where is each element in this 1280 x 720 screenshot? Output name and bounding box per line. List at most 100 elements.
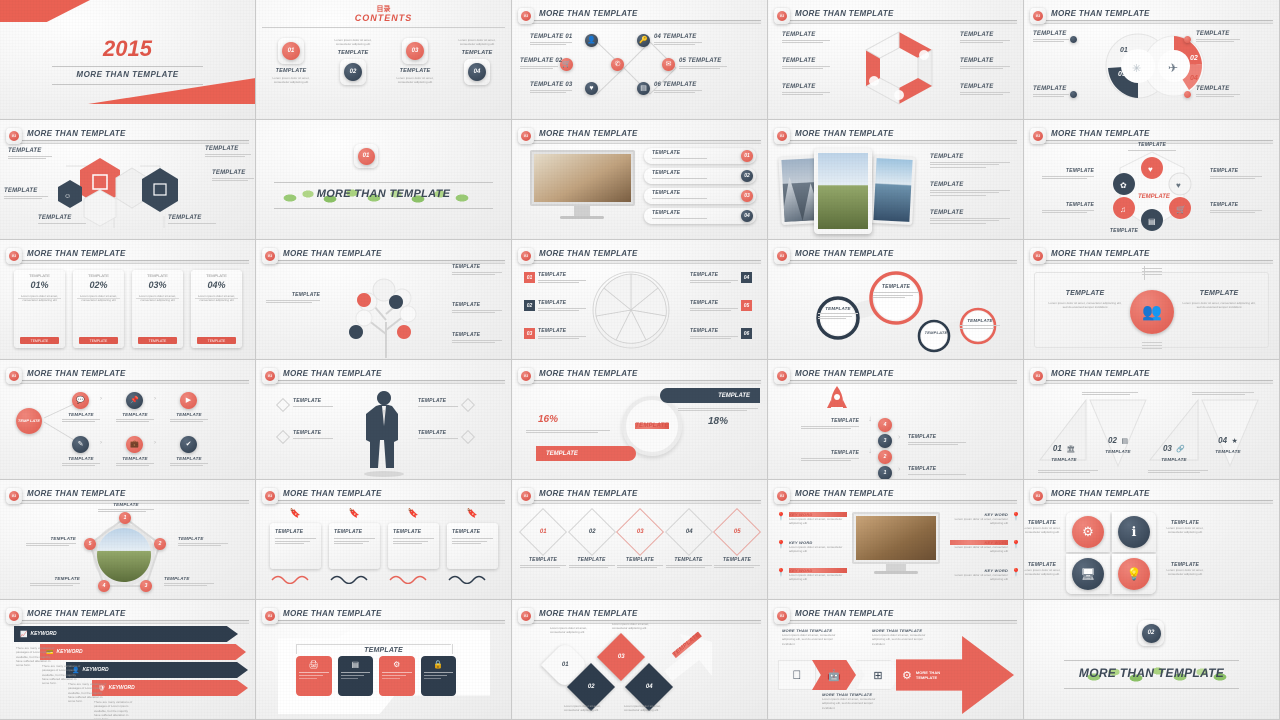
list-item[interactable]: TEMPLATE 04: [644, 208, 756, 224]
slide-thumbnail-recycle-arrows[interactable]: 01 MORE THAN TEMPLATE TEMPLATE TEMPLATE …: [768, 0, 1024, 120]
slide-header-title: MORE THAN TEMPLATE: [1051, 9, 1150, 18]
card-button[interactable]: TEMPLATE: [197, 337, 236, 344]
svg-text:✈: ✈: [1168, 61, 1178, 75]
diamond-item[interactable]: 01 TEMPLATE: [518, 507, 568, 570]
slide-thumbnail-tree[interactable]: 01 MORE THAN TEMPLATE TEMPLATE TEMPLATE …: [256, 240, 512, 360]
banner-item[interactable]: 🔖 TEMPLATE: [447, 508, 498, 589]
slide-thumbnail-os-arrow[interactable]: 01 MORE THAN TEMPLATE  🤖 ⊞ ⚙ MORE THAN …: [768, 600, 1024, 720]
contents-label-01: TEMPLATE: [275, 68, 307, 74]
slide-thumbnail-banners[interactable]: 01 MORE THAN TEMPLATE 🔖 TEMPLATE 🔖 TEMPL…: [256, 480, 512, 600]
percent-card[interactable]: TEMPLATE 03% Lorem ipsum dolor sit amet,…: [132, 270, 183, 348]
list-item[interactable]: TEMPLATE 02: [644, 168, 756, 184]
slide-thumbnail-percent-cards[interactable]: 01 MORE THAN TEMPLATE TEMPLATE 01% Lorem…: [0, 240, 256, 360]
arrow-bar[interactable]: 💳 KEYWORD: [40, 644, 246, 660]
arrow-bar[interactable]: 👤 KEYWORD: [66, 662, 248, 678]
slide-thumbnail-diamonds-row[interactable]: 01 MORE THAN TEMPLATE 01 TEMPLATE 02 TEM…: [512, 480, 768, 600]
slide-thumbnail-contents[interactable]: 目录 CONTENTS 01 TEMPLATE Lorem ipsum dolo…: [256, 0, 512, 120]
start-node[interactable]: TEMP LATE: [16, 408, 42, 434]
percent-card[interactable]: TEMPLATE 02% Lorem ipsum dolor sit amet,…: [73, 270, 124, 348]
slide-thumbnail-hexagons[interactable]: 01 MORE THAN TEMPLATE ☺ TEMPLATE TEMPLAT…: [0, 120, 256, 240]
item-label: TEMPLATE: [54, 576, 80, 581]
arrow-label: KEYWORD: [30, 631, 57, 637]
item-label: TEMPLATE: [528, 557, 558, 563]
slide-thumbnail-diamond-chain[interactable]: 01 MORE THAN TEMPLATE 👤 🛒 ♥ 🔑 ✆ ✉ ▤ TEMP…: [512, 0, 768, 120]
slide-thumbnail-pinwheel[interactable]: 01 MORE THAN TEMPLATE 01 TEMPLATE 02 TEM…: [512, 240, 768, 360]
svg-text:✳: ✳: [1132, 63, 1141, 75]
icon-card[interactable]: ⚙: [379, 656, 415, 696]
section-badge: 02: [1138, 620, 1164, 646]
percent-card[interactable]: TEMPLATE 04% Lorem ipsum dolor sit amet,…: [191, 270, 242, 348]
slide-thumbnail-percent-ring[interactable]: 01 MORE THAN TEMPLATE TEMPLATE TEMPLATE …: [512, 360, 768, 480]
bullet-dot: [1070, 36, 1077, 43]
card-button[interactable]: TEMPLATE: [79, 337, 118, 344]
diamond-item[interactable]: 04 TEMPLATE: [664, 507, 713, 570]
step-num: 04: [685, 529, 692, 535]
slide-thumbnail-businessman[interactable]: 01 MORE THAN TEMPLATE TEMPLATE TEMPLATE …: [256, 360, 512, 480]
diamond-item[interactable]: 05 TEMPLATE: [712, 507, 762, 570]
item-label: TEMPLATE: [830, 450, 859, 456]
slide-thumbnail-arrows-stack[interactable]: 01 MORE THAN TEMPLATE 📈 KEYWORD 💳 KEYWOR…: [0, 600, 256, 720]
card-title: TEMPLATE: [360, 647, 407, 654]
slide-badge: 01: [1030, 8, 1046, 24]
slide-thumbnail-monitor-pins[interactable]: 01 MORE THAN TEMPLATE 📍 KEY WORD Lorem ip…: [768, 480, 1024, 600]
arrow-bar[interactable]: 🛡 KEYWORD: [92, 680, 248, 696]
card-button[interactable]: TEMPLATE: [138, 337, 177, 344]
slide-thumbnail-rings[interactable]: 01 MORE THAN TEMPLATE TEMPLATE TEMPLATE …: [768, 240, 1024, 360]
gear-icon: ⚙: [902, 669, 912, 682]
slide-thumbnail-section-02[interactable]: 02 MORE THAN TEMPLATE: [1024, 600, 1280, 720]
step-num: 4: [883, 422, 887, 428]
percent-card[interactable]: TEMPLATE 01% Lorem ipsum dolor sit amet,…: [14, 270, 65, 348]
phone-icon: ✆: [611, 58, 624, 71]
icon-card[interactable]: ▤: [337, 656, 373, 696]
slide-badge: 01: [1030, 368, 1046, 384]
contents-badge-03[interactable]: 03: [402, 38, 428, 64]
slide-thumbnail-card-icons[interactable]: 01 MORE THAN TEMPLATE TEMPLATE 🖨 ▤ ⚙ 🔒: [256, 600, 512, 720]
diamond-marker: [275, 397, 291, 413]
pin-icon: 📍: [776, 568, 786, 577]
icon-card[interactable]: 🖨: [296, 656, 332, 696]
tag-top[interactable]: TEMPLATE: [660, 388, 760, 403]
item-label: TEMPLATE: [782, 58, 816, 64]
slide-thumbnail-monitor-list[interactable]: 01 MORE THAN TEMPLATE TEMPLATE 01 TEMPLA…: [512, 120, 768, 240]
slide-thumbnail-dual-donut[interactable]: 01 MORE THAN TEMPLATE 01 03 02 04 ✈ ✳ TE…: [1024, 0, 1280, 120]
step-num: 04: [1218, 436, 1228, 445]
contents-badge-01[interactable]: 01: [278, 38, 304, 64]
slide-thumbnail-triangles[interactable]: 01 MORE THAN TEMPLATE 01 🏛 TEMPLATE 02 ▤…: [1024, 360, 1280, 480]
banner-item[interactable]: 🔖 TEMPLATE: [270, 508, 321, 589]
big-arrow[interactable]: ⚙ MORE THAN TEMPLATE: [896, 636, 1014, 714]
calendar-icon: ▤: [637, 82, 650, 95]
banner-item[interactable]: 🔖 TEMPLATE: [388, 508, 439, 589]
diamond-item[interactable]: 02 TEMPLATE: [567, 507, 616, 570]
slide-thumbnail-cover[interactable]: 2015 MORE THAN TEMPLATE: [0, 0, 256, 120]
svg-text:▤: ▤: [1148, 217, 1156, 226]
section-badge: 01: [354, 144, 378, 168]
banner-item[interactable]: 🔖 TEMPLATE: [329, 508, 380, 589]
svg-text:03: 03: [1118, 71, 1126, 78]
num-chip: 06: [741, 328, 752, 339]
diamond-marker: [275, 429, 291, 445]
slide-thumbnail-flow-icons[interactable]: 01 MORE THAN TEMPLATE TEMP LATE 💬 📌 ▶ ✎ …: [0, 360, 256, 480]
contents-badge-02[interactable]: 02: [340, 58, 366, 85]
slide-thumbnail-tablet-photos[interactable]: 01 MORE THAN TEMPLATE TEMPLATE TEMPLATE …: [768, 120, 1024, 240]
slide-thumbnail-two-col-center[interactable]: 01 MORE THAN TEMPLATE 👥 TEMPLATE Lorem ip…: [1024, 240, 1280, 360]
arrow-bar[interactable]: 📈 KEYWORD: [14, 626, 238, 642]
diamond-item[interactable]: 03 TEMPLATE: [615, 507, 665, 570]
item-label: TEMPLATE: [538, 272, 567, 278]
tag-bottom[interactable]: TEMPLATE: [536, 446, 636, 461]
item-label: TEMPLATE: [960, 58, 994, 64]
slide-thumbnail-diamond-zigzag[interactable]: 01 MORE THAN TEMPLATE 01 02 03 04 TEMPLA…: [512, 600, 768, 720]
num-chip: 01: [524, 272, 535, 283]
contents-title-en: CONTENTS: [354, 13, 413, 23]
slide-thumbnail-hex-flower[interactable]: 01 MORE THAN TEMPLATE ♥ ✿ ♥ ♫ 🛒 ▤ TEMPLA…: [1024, 120, 1280, 240]
contents-badge-04[interactable]: 04: [464, 58, 490, 85]
icon-card[interactable]: 🔒: [420, 656, 456, 696]
list-item[interactable]: TEMPLATE 03: [644, 188, 756, 204]
slide-thumbnail-section-01[interactable]: 01 MORE THAN TEMPLATE: [256, 120, 512, 240]
slide-thumbnail-rocket[interactable]: 01 MORE THAN TEMPLATE TEMPLATE TEMPLATE …: [768, 360, 1024, 480]
slide-thumbnail-circle-photo[interactable]: 01 MORE THAN TEMPLATE 1 2 3 4 5 TEMPLATE…: [0, 480, 256, 600]
card-button[interactable]: TEMPLATE: [20, 337, 59, 344]
tree-diagram: [349, 278, 417, 358]
item-desc: Lorem ipsum dolor sit amet, consectetur …: [788, 545, 843, 554]
slide-thumbnail-four-circles[interactable]: 01 MORE THAN TEMPLATE ⚙ ℹ 🖥 💡 TEMPLATE Lo…: [1024, 480, 1280, 600]
list-item[interactable]: TEMPLATE 01: [644, 148, 756, 164]
